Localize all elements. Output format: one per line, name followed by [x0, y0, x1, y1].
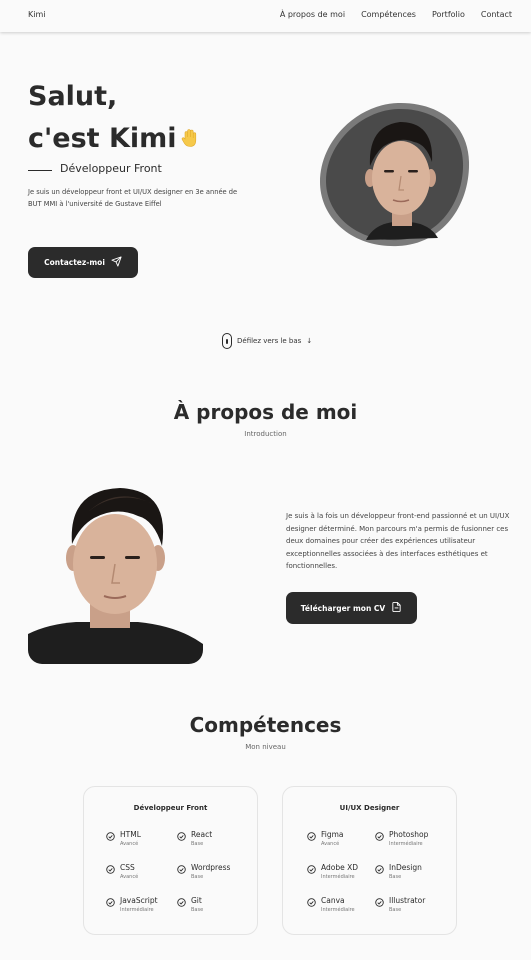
hero-title-line2: c'est Kimi [28, 123, 177, 154]
skill-level: Base [389, 874, 402, 880]
download-cv-button[interactable]: Télécharger mon CV [286, 592, 417, 624]
skill-level: Base [389, 907, 402, 913]
profile-photo [318, 100, 470, 248]
scroll-hint-label: Défilez vers le bas [237, 337, 302, 345]
skill-level: Avancé [120, 874, 139, 880]
logo[interactable]: Kimi [28, 10, 45, 19]
nav-menu: À propos de moi Compétences Portfolio Co… [280, 10, 512, 19]
check-circle-icon [375, 898, 384, 907]
skill-level: Intermédiaire [389, 841, 423, 847]
skill-name: Canva [321, 896, 345, 905]
skill-level: Base [191, 907, 204, 913]
waving-hand-icon [181, 119, 199, 161]
skill-name: Wordpress [191, 863, 231, 872]
skill-item: InDesign Base [375, 863, 422, 880]
about-subtitle: Introduction [244, 430, 287, 438]
check-circle-icon [307, 832, 316, 841]
skill-name: Figma [321, 830, 344, 839]
skill-item: Git Base [177, 896, 203, 913]
skill-item: Canva Intermédiaire [307, 896, 355, 913]
skill-name: Illustrator [389, 896, 426, 905]
check-circle-icon [375, 832, 384, 841]
skill-item: React Base [177, 830, 212, 847]
about-title: À propos de moi [173, 400, 358, 424]
nav-skills[interactable]: Compétences [361, 10, 416, 19]
scroll-hint[interactable]: Défilez vers le bas ↓ [222, 333, 312, 349]
skill-name: HTML [120, 830, 141, 839]
skills-subtitle: Mon niveau [245, 743, 286, 751]
skill-level: Avancé [321, 841, 340, 847]
hero-subtitle: Développeur Front [60, 162, 162, 175]
check-circle-icon [375, 865, 384, 874]
skill-level: Avancé [120, 841, 139, 847]
file-icon [391, 601, 402, 615]
check-circle-icon [307, 865, 316, 874]
skill-item: JavaScript Intermédiaire [106, 896, 158, 913]
mouse-icon [222, 333, 232, 349]
skill-name: Adobe XD [321, 863, 359, 872]
skill-name: React [191, 830, 213, 839]
skill-card-design: UI/UX Designer Figma Avancé Photoshop Inte… [282, 786, 457, 935]
download-cv-label: Télécharger mon CV [300, 603, 386, 613]
contact-button[interactable]: Contactez-moi [28, 247, 138, 278]
hero-title-line2-wrap: c'est Kimi [28, 118, 228, 161]
check-circle-icon [177, 832, 186, 841]
skill-card-title: UI/UX Designer [339, 804, 400, 812]
skill-level: Intermédiaire [321, 907, 355, 913]
about-photo [28, 484, 203, 664]
hero-description: Je suis un développeur front et UI/UX de… [28, 188, 238, 208]
send-icon [111, 256, 122, 269]
skill-item: Illustrator Base [375, 896, 425, 913]
skill-level: Intermédiaire [120, 907, 154, 913]
skill-item: Photoshop Intermédiaire [375, 830, 428, 847]
skill-level: Intermédiaire [321, 874, 355, 880]
skill-item: HTML Avancé [106, 830, 141, 847]
check-circle-icon [106, 832, 115, 841]
skill-card-title: Développeur Front [133, 804, 208, 812]
contact-button-label: Contactez-moi [44, 258, 105, 267]
skill-name: CSS [120, 863, 135, 872]
nav-contact[interactable]: Contact [481, 10, 512, 19]
skill-level: Base [191, 841, 204, 847]
skill-item: Wordpress Base [177, 863, 230, 880]
hero-title: Salut, c'est Kimi [28, 76, 228, 161]
skill-level: Base [191, 874, 204, 880]
nav-portfolio[interactable]: Portfolio [432, 10, 465, 19]
skill-name: InDesign [389, 863, 422, 872]
about-description: Je suis à la fois un développeur front-e… [286, 512, 510, 570]
arrow-down-icon: ↓ [306, 337, 313, 345]
check-circle-icon [177, 898, 186, 907]
check-circle-icon [106, 898, 115, 907]
skill-card-front: Développeur Front HTML Avancé React Base C… [83, 786, 258, 935]
skill-name: Photoshop [389, 830, 429, 839]
header: Kimi À propos de moi Compétences Portfol… [0, 0, 531, 32]
check-circle-icon [307, 898, 316, 907]
hero-title-line1: Salut, [28, 81, 118, 112]
nav-about[interactable]: À propos de moi [280, 10, 345, 19]
skill-item: Figma Avancé [307, 830, 344, 847]
subtitle-divider [28, 170, 52, 171]
check-circle-icon [106, 865, 115, 874]
skill-item: Adobe XD Intermédiaire [307, 863, 358, 880]
skills-title: Compétences [189, 713, 342, 737]
skill-item: CSS Avancé [106, 863, 138, 880]
skill-name: JavaScript [120, 896, 158, 905]
skill-name: Git [191, 896, 202, 905]
check-circle-icon [177, 865, 186, 874]
